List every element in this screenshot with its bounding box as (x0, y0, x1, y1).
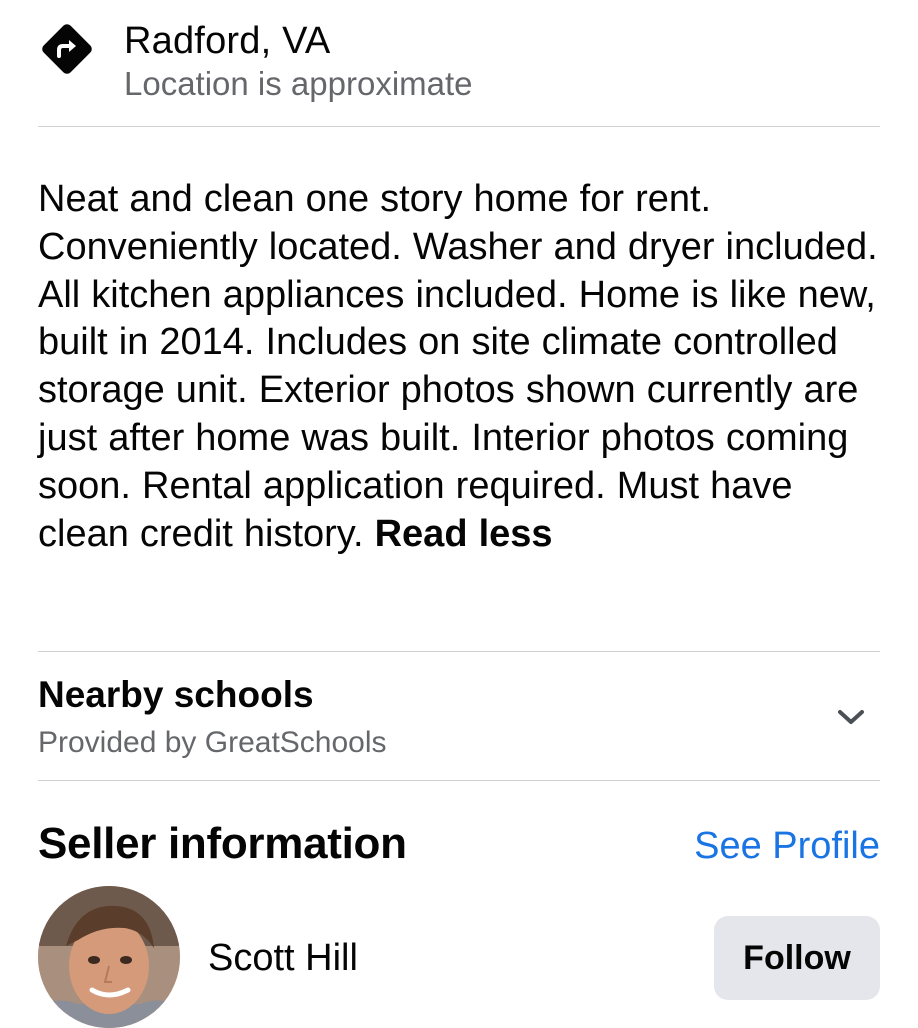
avatar[interactable] (38, 886, 180, 1028)
avatar-image (38, 886, 180, 1028)
location-text: Radford, VA Location is approximate (124, 18, 473, 104)
description-text: Neat and clean one story home for rent. … (38, 178, 878, 555)
seller-information-title: Seller information (38, 819, 407, 868)
directions-icon (42, 24, 92, 74)
location-note: Location is approximate (124, 65, 473, 102)
listing-description: Neat and clean one story home for rent. … (38, 176, 880, 558)
follow-button[interactable]: Follow (714, 916, 880, 1000)
read-less-link[interactable]: Read less (375, 513, 553, 555)
see-profile-link[interactable]: See Profile (694, 822, 880, 870)
seller-name[interactable]: Scott Hill (208, 934, 358, 982)
location-row[interactable]: Radford, VA Location is approximate (38, 0, 880, 127)
chevron-down-icon[interactable] (836, 702, 866, 732)
nearby-schools-title: Nearby schools (38, 674, 314, 715)
listing-details: Radford, VA Location is approximate Neat… (38, 0, 880, 1028)
nearby-schools-provider: Provided by GreatSchools (38, 726, 387, 759)
location-city: Radford, VA (124, 20, 331, 62)
description-text-block: Neat and clean one story home for rent. … (38, 176, 880, 558)
nearby-schools-row[interactable]: Nearby schools Provided by GreatSchools (38, 651, 880, 781)
